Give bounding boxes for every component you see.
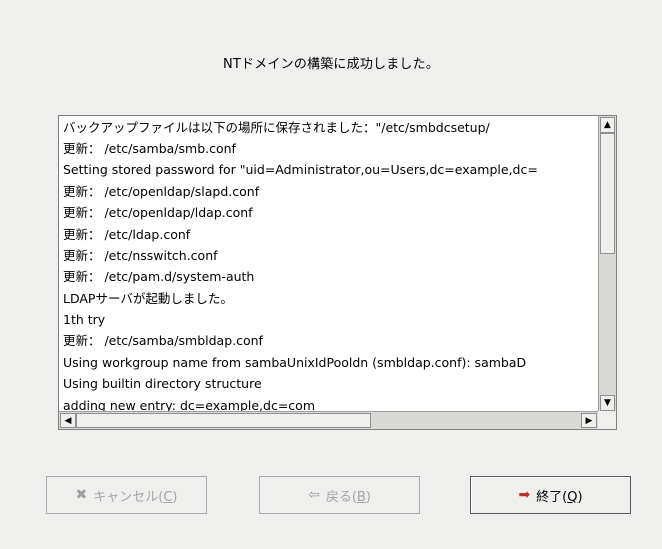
horizontal-scrollbar[interactable]: ◀ ▶	[59, 411, 598, 429]
log-line: 更新： /etc/ldap.conf	[63, 227, 191, 242]
log-line: 更新： /etc/samba/smb.conf	[63, 141, 236, 156]
exit-icon: ➡	[518, 487, 531, 503]
cancel-button[interactable]: ✖ キャンセル(C)	[46, 476, 207, 514]
finish-mnemonic: Q	[567, 489, 578, 505]
vertical-scroll-thumb[interactable]	[600, 133, 615, 254]
scroll-up-button[interactable]: ▲	[600, 117, 615, 133]
scrollbar-corner	[598, 411, 616, 429]
log-line: LDAPサーバが起動しました。	[63, 291, 233, 306]
finish-suffix: )	[577, 489, 583, 505]
log-line: 更新： /etc/samba/smbldap.conf	[63, 333, 263, 348]
back-button[interactable]: ⇦ 戻る(B)	[259, 476, 420, 514]
log-line: バックアップファイルは以下の場所に保存されました："/etc/smbdcsetu…	[63, 120, 490, 135]
back-mnemonic: B	[356, 489, 366, 505]
log-text-view[interactable]: バックアップファイルは以下の場所に保存されました："/etc/smbdcsetu…	[58, 115, 617, 430]
scroll-left-button[interactable]: ◀	[60, 413, 76, 428]
vertical-scrollbar[interactable]: ▲ ▼	[598, 116, 616, 412]
horizontal-scroll-thumb[interactable]	[76, 413, 371, 428]
finish-button-label: 終了(	[536, 489, 568, 505]
back-button-label: 戻る(	[325, 489, 357, 505]
log-line: adding new entry: dc=example,dc=com	[63, 398, 316, 412]
log-line: 更新： /etc/openldap/ldap.conf	[63, 205, 253, 220]
log-line: 1th try	[63, 312, 106, 327]
scroll-right-button[interactable]: ▶	[581, 413, 597, 428]
cancel-x-icon: ✖	[75, 487, 88, 503]
log-line: Setting stored password for "uid=Adminis…	[63, 162, 538, 177]
log-line: Using builtin directory structure	[63, 376, 262, 391]
back-suffix: )	[365, 489, 371, 505]
log-line: Using workgroup name from sambaUnixIdPoo…	[63, 355, 527, 370]
back-arrow-icon: ⇦	[308, 487, 320, 503]
finish-button[interactable]: ➡ 終了(Q)	[470, 476, 631, 514]
log-content: バックアップファイルは以下の場所に保存されました："/etc/smbdcsetu…	[60, 117, 598, 412]
cancel-suffix: )	[172, 489, 178, 505]
completion-message: NTドメインの構築に成功しました。	[222, 57, 440, 72]
scroll-down-button[interactable]: ▼	[600, 395, 615, 411]
log-line: 更新： /etc/nsswitch.conf	[63, 248, 218, 263]
log-line: 更新： /etc/pam.d/system-auth	[63, 269, 255, 284]
cancel-button-label: キャンセル(	[93, 489, 164, 505]
log-line: 更新： /etc/openldap/slapd.conf	[63, 184, 260, 199]
